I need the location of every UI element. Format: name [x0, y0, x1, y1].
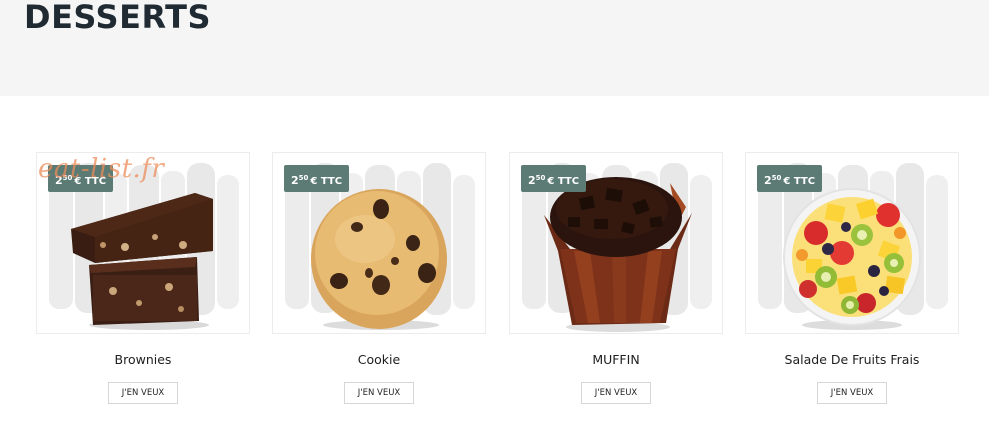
add-to-cart-button[interactable]: J'EN VEUX [817, 382, 887, 404]
price-badge: 250 € TTC [284, 165, 350, 192]
product-card: 250 € TTC [509, 152, 723, 404]
product-image-frame[interactable]: 250 € TTC [745, 152, 959, 334]
add-to-cart-button[interactable]: J'EN VEUX [108, 382, 178, 404]
price-badge: 250 € TTC [757, 165, 823, 192]
product-list: 250 € TTC Brownies J'EN VEUX 250 € TTC C… [0, 152, 989, 412]
product-image-frame[interactable]: 250 € TTC [509, 152, 723, 334]
product-card: 250 € TTC [745, 152, 959, 404]
price-badge: 250 € TTC [521, 165, 587, 192]
product-name: Salade De Fruits Frais [784, 352, 920, 367]
add-to-cart-button[interactable]: J'EN VEUX [344, 382, 414, 404]
product-image-frame[interactable]: 250 € TTC [36, 152, 250, 334]
product-card: 250 € TTC Cookie J'EN VEUX [272, 152, 486, 404]
product-image-frame[interactable]: 250 € TTC [272, 152, 486, 334]
product-card: 250 € TTC Brownies J'EN VEUX [36, 152, 250, 404]
page-title: DESSERTS [24, 0, 212, 36]
product-name: MUFFIN [592, 352, 640, 367]
add-to-cart-button[interactable]: J'EN VEUX [581, 382, 651, 404]
page-header: DESSERTS [0, 0, 989, 96]
product-name: Brownies [114, 352, 172, 367]
product-name: Cookie [357, 352, 401, 367]
price-badge: 250 € TTC [48, 165, 114, 192]
